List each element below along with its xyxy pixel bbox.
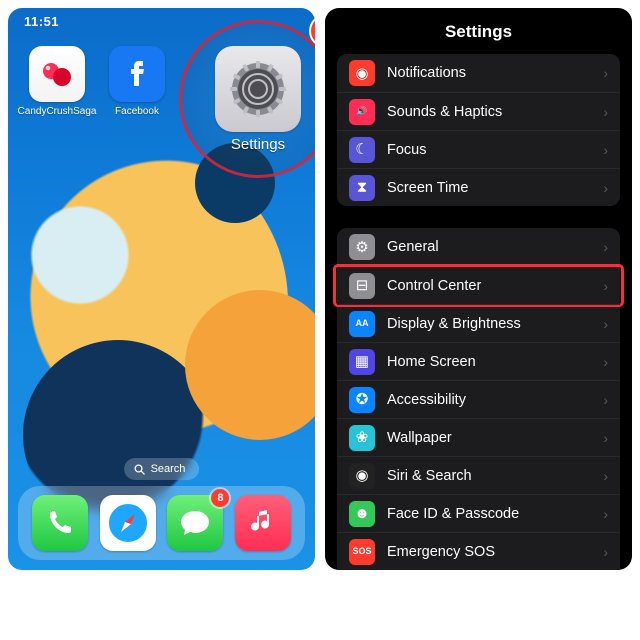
- settings-group-2: ⚙ General › ⊟ Control Center › AA Display & Bri…: [337, 228, 620, 570]
- app-label: CandyCrushSaga: [18, 106, 97, 117]
- settings-row-screentime[interactable]: ⧗ Screen Time ›: [337, 168, 620, 206]
- control-icon: ⊟: [349, 273, 375, 299]
- facebook-icon: [109, 46, 165, 102]
- settings-row-notifications[interactable]: ◉ Notifications ›: [337, 54, 620, 92]
- chevron-right-icon: ›: [603, 180, 608, 196]
- settings-row-label: Focus: [387, 142, 591, 158]
- dock-safari[interactable]: [100, 495, 156, 551]
- chevron-right-icon: ›: [603, 239, 608, 255]
- notifications-icon: ◉: [349, 60, 375, 86]
- app-facebook[interactable]: Facebook: [106, 46, 168, 117]
- display-icon: AA: [349, 311, 375, 337]
- homescreen: 11:51 CandyCrushSaga: [8, 8, 315, 570]
- settings-row-control[interactable]: ⊟ Control Center ›: [337, 266, 620, 304]
- settings-row-siri[interactable]: ◉ Siri & Search ›: [337, 456, 620, 494]
- settings-row-label: Screen Time: [387, 180, 591, 196]
- settings-row-faceid[interactable]: ☻ Face ID & Passcode ›: [337, 494, 620, 532]
- dock: 8: [18, 486, 305, 560]
- settings-row-sounds[interactable]: 🔊 Sounds & Haptics ›: [337, 92, 620, 130]
- settings-group-1: ◉ Notifications › 🔊 Sounds & Haptics › ☾ Focus ›…: [337, 54, 620, 206]
- settings-row-label: Sounds & Haptics: [387, 104, 591, 120]
- settings-row-focus[interactable]: ☾ Focus ›: [337, 130, 620, 168]
- chevron-right-icon: ›: [603, 278, 608, 294]
- settings-row-label: Wallpaper: [387, 430, 591, 446]
- chevron-right-icon: ›: [603, 506, 608, 522]
- phone-icon: [44, 507, 76, 539]
- faceid-icon: ☻: [349, 501, 375, 527]
- app-settings[interactable]: [215, 46, 301, 132]
- app-candycrush[interactable]: CandyCrushSaga: [26, 46, 88, 117]
- wallpaper-icon: ❀: [349, 425, 375, 451]
- homescreen-icon: ▦: [349, 349, 375, 375]
- chevron-right-icon: ›: [603, 316, 608, 332]
- siri-icon: ◉: [349, 463, 375, 489]
- messages-badge: 8: [211, 489, 229, 507]
- settings-row-label: Accessibility: [387, 392, 591, 408]
- settings-row-label: Siri & Search: [387, 468, 591, 484]
- dock-music[interactable]: [235, 495, 291, 551]
- screentime-icon: ⧗: [349, 175, 375, 201]
- sos-icon: SOS: [349, 539, 375, 565]
- accessibility-icon: ✪: [349, 387, 375, 413]
- settings-row-label: Control Center: [387, 278, 591, 294]
- general-icon: ⚙: [349, 234, 375, 260]
- settings-row-accessibility[interactable]: ✪ Accessibility ›: [337, 380, 620, 418]
- search-label: Search: [151, 463, 186, 475]
- chevron-right-icon: ›: [603, 104, 608, 120]
- status-time: 11:51: [24, 14, 59, 29]
- settings-row-label: Home Screen: [387, 354, 591, 370]
- settings-row-label: Face ID & Passcode: [387, 506, 591, 522]
- settings-screen: Settings ◉ Notifications › 🔊 Sounds & Haptic…: [325, 8, 632, 570]
- settings-row-label: Display & Brightness: [387, 316, 591, 332]
- settings-row-general[interactable]: ⚙ General ›: [337, 228, 620, 266]
- chevron-right-icon: ›: [603, 392, 608, 408]
- chevron-right-icon: ›: [603, 468, 608, 484]
- gear-icon: [225, 56, 291, 122]
- settings-list[interactable]: ◉ Notifications › 🔊 Sounds & Haptics › ☾ Focus ›…: [325, 54, 632, 570]
- settings-row-label: Notifications: [387, 65, 591, 81]
- settings-row-display[interactable]: AA Display & Brightness ›: [337, 304, 620, 342]
- sounds-icon: 🔊: [349, 99, 375, 125]
- dock-phone[interactable]: [32, 495, 88, 551]
- settings-row-homescreen[interactable]: ▦ Home Screen ›: [337, 342, 620, 380]
- chevron-right-icon: ›: [603, 430, 608, 446]
- candycrush-icon: [29, 46, 85, 102]
- settings-row-label: General: [387, 239, 591, 255]
- chevron-right-icon: ›: [603, 544, 608, 560]
- search-icon: [134, 464, 145, 475]
- chevron-right-icon: ›: [603, 142, 608, 158]
- focus-icon: ☾: [349, 137, 375, 163]
- chevron-right-icon: ›: [603, 354, 608, 370]
- dock-messages[interactable]: 8: [167, 495, 223, 551]
- spotlight-search[interactable]: Search: [124, 458, 200, 480]
- settings-row-label: Emergency SOS: [387, 544, 591, 560]
- app-label: Facebook: [115, 106, 159, 117]
- messages-icon: [178, 506, 212, 540]
- settings-label: Settings: [231, 136, 285, 153]
- settings-row-wallpaper[interactable]: ❀ Wallpaper ›: [337, 418, 620, 456]
- safari-icon: [105, 500, 151, 546]
- settings-row-sos[interactable]: SOS Emergency SOS ›: [337, 532, 620, 570]
- chevron-right-icon: ›: [603, 65, 608, 81]
- music-icon: [248, 508, 278, 538]
- page-title: Settings: [325, 8, 632, 54]
